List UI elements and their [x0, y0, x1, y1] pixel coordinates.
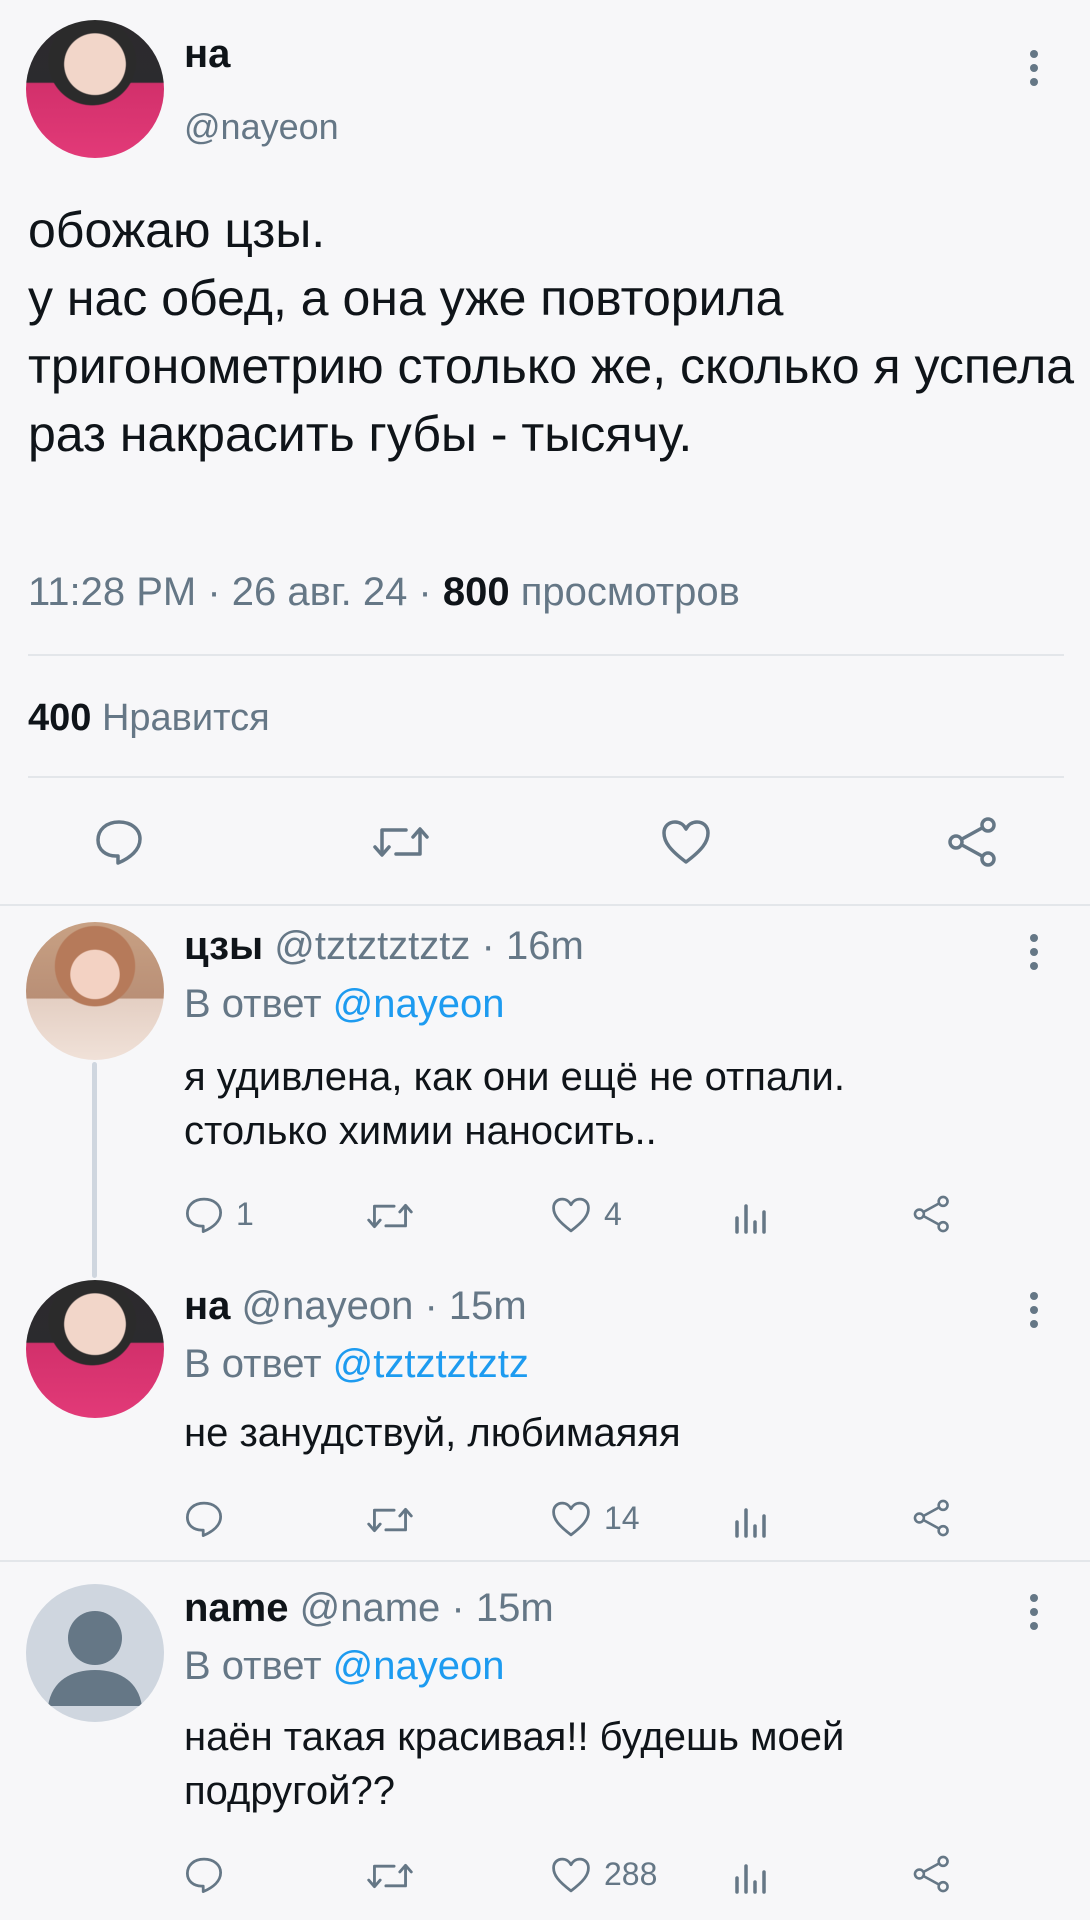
reply-name: цзы [184, 924, 264, 968]
reply-handle-time: @tztztztztz · 16m [263, 924, 584, 968]
more-icon[interactable] [1028, 1292, 1040, 1328]
in-reply-to: В ответ @nayeon [184, 982, 504, 1027]
reply-count: 1 [236, 1196, 254, 1232]
more-icon[interactable] [1028, 50, 1040, 86]
reply-text: наён такая красивая!! будешь моей подруг… [184, 1715, 845, 1813]
divider [28, 776, 1064, 778]
reply-icon[interactable] [184, 1196, 224, 1234]
retweet-icon[interactable] [366, 1198, 414, 1234]
views-icon[interactable] [732, 1198, 768, 1234]
mention-link[interactable]: @nayeon [333, 982, 505, 1026]
like-count: 14 [604, 1500, 640, 1536]
share-icon[interactable] [912, 1854, 952, 1894]
views-icon[interactable] [732, 1858, 768, 1894]
in-reply-to: В ответ @nayeon [184, 1644, 504, 1689]
in-reply-label: В ответ [184, 1342, 333, 1386]
reply-handle-time: @name · 15m [288, 1586, 554, 1630]
default-avatar-icon[interactable] [26, 1584, 164, 1722]
like-count: 288 [604, 1856, 658, 1892]
reply-header[interactable]: цзы @tztztztztz · 16m [184, 924, 584, 969]
more-icon[interactable] [1028, 934, 1040, 970]
likes-label: Нравится [91, 697, 270, 739]
divider [0, 904, 1090, 906]
like-icon[interactable] [550, 1856, 592, 1894]
views-label: просмотров [509, 570, 740, 614]
reply-header[interactable]: name @name · 15m [184, 1586, 554, 1631]
tweet-text: обожаю цзы. у нас обед, а она уже повтор… [28, 202, 1075, 462]
likes-summary[interactable]: 400 Нравится [28, 697, 270, 740]
author-avatar[interactable] [26, 20, 164, 158]
views-icon[interactable] [732, 1502, 768, 1538]
in-reply-label: В ответ [184, 1644, 333, 1688]
like-icon[interactable] [550, 1196, 592, 1234]
like-icon[interactable] [550, 1500, 592, 1538]
retweet-icon[interactable] [372, 820, 430, 864]
reply-avatar[interactable] [26, 1280, 164, 1418]
divider [0, 1560, 1090, 1562]
retweet-icon[interactable] [366, 1502, 414, 1538]
like-count: 4 [604, 1196, 622, 1232]
author-handle[interactable]: @nayeon [184, 106, 339, 148]
author-name[interactable]: на [184, 32, 230, 77]
reply-name: name [184, 1586, 289, 1630]
reply-avatar[interactable] [26, 922, 164, 1060]
reply-text: я удивлена, как они ещё не отпали. столь… [184, 1055, 845, 1153]
tweet-time: 11:28 PM · 26 авг. 24 · [28, 570, 443, 614]
mention-link[interactable]: @tztztztztz [333, 1342, 529, 1386]
divider [28, 654, 1064, 656]
like-icon[interactable] [660, 818, 712, 866]
mention-link[interactable]: @nayeon [333, 1644, 505, 1688]
reply-icon[interactable] [94, 818, 144, 866]
in-reply-label: В ответ [184, 982, 333, 1026]
share-icon[interactable] [946, 816, 1000, 868]
share-icon[interactable] [912, 1194, 952, 1234]
share-icon[interactable] [912, 1498, 952, 1538]
tweet-meta: 11:28 PM · 26 авг. 24 · 800 просмотров [28, 570, 740, 615]
reply-header[interactable]: на @nayeon · 15m [184, 1284, 527, 1329]
reply-icon[interactable] [184, 1500, 224, 1538]
retweet-icon[interactable] [366, 1858, 414, 1894]
more-icon[interactable] [1028, 1594, 1040, 1630]
in-reply-to: В ответ @tztztztztz [184, 1342, 529, 1387]
reply-name: на [184, 1284, 231, 1328]
thread-line [92, 1062, 97, 1278]
reply-text: не занудствуй, любимаяяя [184, 1411, 681, 1455]
views-count: 800 [442, 570, 510, 614]
reply-icon[interactable] [184, 1856, 224, 1894]
reply-handle-time: @nayeon · 15m [230, 1284, 527, 1328]
likes-count: 400 [28, 697, 92, 739]
